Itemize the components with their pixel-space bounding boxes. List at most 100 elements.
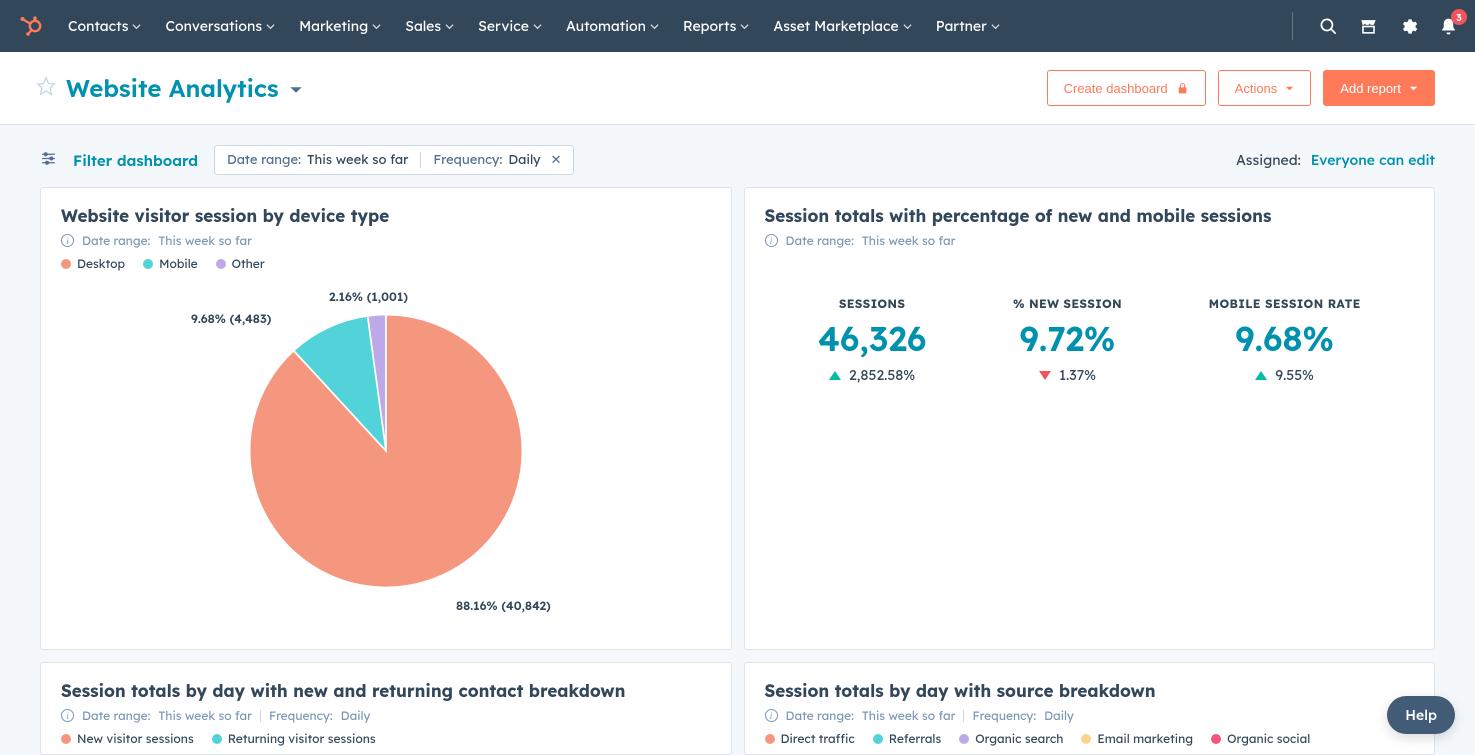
nav-label: Asset Marketplace [773,17,898,35]
actions-button[interactable]: Actions [1218,70,1312,106]
nav-sales[interactable]: Sales [393,0,466,52]
triangle-up-icon [1255,371,1267,380]
notification-badge: 3 [1451,9,1467,25]
nav-partner[interactable]: Partner [924,0,1012,52]
button-label: Create dashboard [1064,81,1168,96]
card-title: Website visitor session by device type [61,206,711,227]
nav-label: Service [478,17,529,35]
card-meta: i Date range: This week so far Frequency… [61,708,711,723]
nav-label: Conversations [165,17,262,35]
stats-row: SESSIONS 46,326 2,852.58% % NEW SESSION … [765,256,1415,424]
nav-marketing[interactable]: Marketing [287,0,393,52]
button-label: Add report [1340,81,1401,96]
nav-label: Marketing [299,17,368,35]
nav-label: Automation [566,17,646,35]
chip-value: This week so far [307,152,408,168]
card-sessions-by-device: Website visitor session by device type i… [40,187,732,650]
pie-legend: Desktop Mobile Other [61,256,711,271]
meta-value: This week so far [158,233,252,248]
close-icon[interactable]: ✕ [551,152,562,168]
pie-chart: 2.16% (1,001) 9.68% (4,483) 88.16% (40,8… [61,271,711,631]
page-header: Website Analytics Create dashboard Actio… [0,52,1475,125]
nav-conversations[interactable]: Conversations [153,0,287,52]
assigned-label: Assigned: [1236,151,1301,169]
card-title: Session totals by day with source breakd… [765,681,1415,702]
nav-label: Contacts [68,17,128,35]
chip-separator [420,152,421,168]
star-icon[interactable] [36,76,56,100]
nav-label: Sales [405,17,441,35]
nav-contacts[interactable]: Contacts [56,0,153,52]
card-meta: i Date range: This week so far [61,233,711,248]
card-session-totals: Session totals with percentage of new an… [744,187,1436,650]
nav-right: 3 [1286,12,1459,40]
meta-label: Date range: [786,708,854,723]
assigned-section: Assigned: Everyone can edit [1236,151,1435,169]
hubspot-logo-icon[interactable] [16,12,44,40]
nav-service[interactable]: Service [466,0,554,52]
meta-value: This week so far [862,233,956,248]
triangle-up-icon [829,371,841,380]
chevron-down-icon [289,73,303,103]
legend-item: Desktop [61,256,125,271]
header-left: Website Analytics [36,73,303,103]
stat-delta: 2,852.58% [818,366,927,384]
filter-icon[interactable] [40,150,57,171]
meta-label: Date range: [82,233,150,248]
meta-value: This week so far [862,708,956,723]
pie-label-desktop: 88.16% (40,842) [456,598,551,613]
meta-value: Daily [1044,708,1074,723]
info-icon[interactable]: i [61,709,74,722]
chevron-down-icon [1285,84,1294,93]
stat-delta: 9.55% [1209,366,1361,384]
chevron-down-icon [1409,84,1418,93]
stat-label: % NEW SESSION [1013,296,1122,311]
assigned-value-link[interactable]: Everyone can edit [1311,151,1435,169]
stat-new-session: % NEW SESSION 9.72% 1.37% [1013,296,1122,384]
meta-separator [963,710,964,722]
stat-sessions: SESSIONS 46,326 2,852.58% [818,296,927,384]
nav-reports[interactable]: Reports [671,0,761,52]
bell-icon[interactable]: 3 [1437,15,1459,37]
gear-icon[interactable] [1397,15,1419,37]
stat-delta: 1.37% [1013,366,1122,384]
stat-label: SESSIONS [818,296,927,311]
info-icon[interactable]: i [765,709,778,722]
legend-item: Other [216,256,265,271]
filter-chip[interactable]: Date range: This week so far Frequency: … [214,145,575,175]
filter-dashboard-link[interactable]: Filter dashboard [73,151,198,170]
nav-automation[interactable]: Automation [554,0,671,52]
stat-value: 9.72% [1013,317,1122,360]
chip-value: Daily [508,152,540,168]
info-icon[interactable]: i [61,234,74,247]
header-right: Create dashboard Actions Add report [1047,70,1435,106]
meta-label: Date range: [82,708,150,723]
marketplace-icon[interactable] [1357,15,1379,37]
nav-label: Reports [683,17,736,35]
meta-separator [260,710,261,722]
search-icon[interactable] [1317,15,1339,37]
stat-value: 46,326 [818,317,927,360]
help-button[interactable]: Help [1387,696,1455,734]
create-dashboard-button[interactable]: Create dashboard [1047,70,1206,106]
triangle-down-icon [1039,371,1051,380]
card-meta: i Date range: This week so far [765,233,1415,248]
nav-asset-marketplace[interactable]: Asset Marketplace [761,0,923,52]
nav-items: Contacts Conversations Marketing Sales S… [56,0,1012,52]
filter-bar: Filter dashboard Date range: This week s… [0,125,1475,187]
card-sessions-by-day-contact: Session totals by day with new and retur… [40,662,732,755]
add-report-button[interactable]: Add report [1323,70,1435,106]
stat-value: 9.68% [1209,317,1361,360]
meta-value: This week so far [158,708,252,723]
page-title[interactable]: Website Analytics [66,73,303,103]
nav-divider [1292,12,1293,40]
stat-label: MOBILE SESSION RATE [1209,296,1361,311]
pie-label-mobile: 9.68% (4,483) [191,311,271,326]
meta-value: Daily [341,708,371,723]
page-title-text: Website Analytics [66,73,279,103]
card-meta: i Date range: This week so far Frequency… [765,708,1415,723]
stat-mobile-rate: MOBILE SESSION RATE 9.68% 9.55% [1209,296,1361,384]
button-label: Actions [1235,81,1278,96]
info-icon[interactable]: i [765,234,778,247]
lock-icon [1176,82,1189,95]
